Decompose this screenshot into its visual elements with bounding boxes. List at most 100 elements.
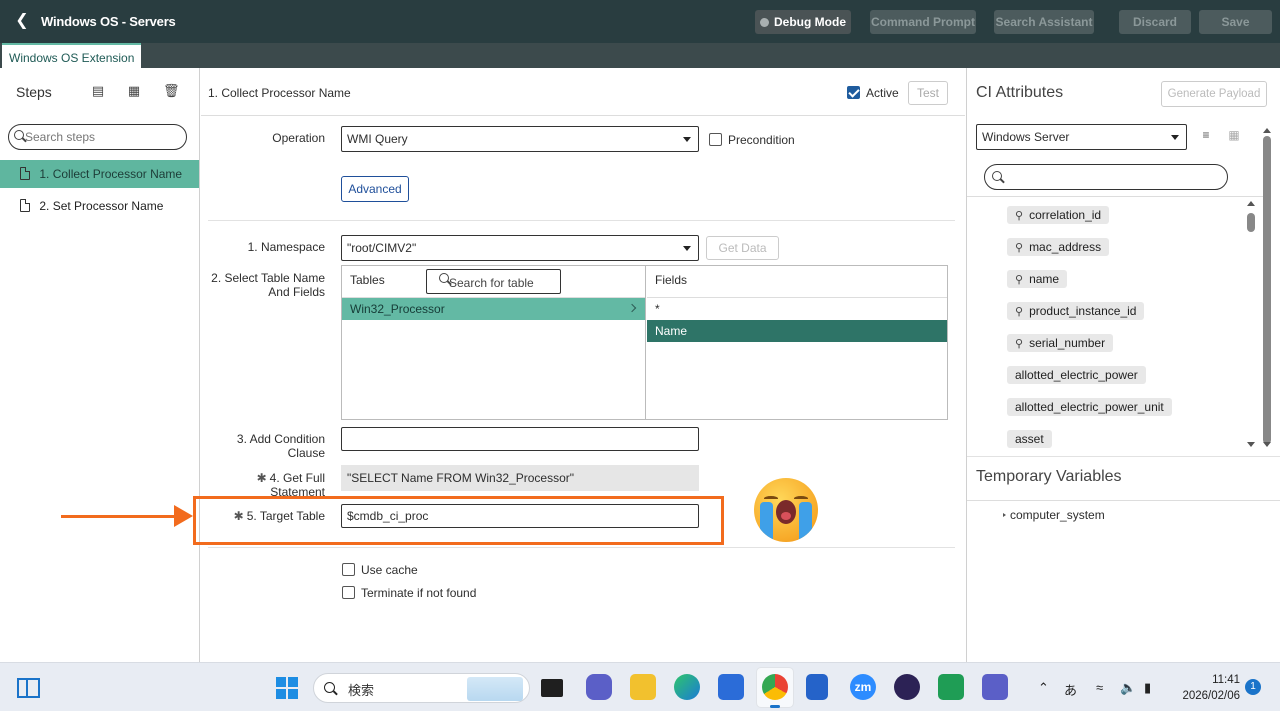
clock-time: 11:41 (1212, 674, 1240, 686)
ci-attributes-title: CI Attributes (976, 84, 1064, 101)
edge-icon[interactable] (674, 674, 700, 700)
key-icon: ⚲ (1015, 242, 1024, 254)
file-explorer-icon[interactable] (630, 674, 656, 700)
step-name: 1. Collect Processor Name (208, 86, 351, 100)
scroll-down-icon[interactable] (1247, 442, 1255, 447)
step-label: Set Processor Name (52, 199, 164, 213)
advanced-button[interactable]: Advanced (341, 176, 409, 202)
filter-icon[interactable]: ≡ (1199, 129, 1213, 141)
document-icon (20, 199, 30, 212)
caret-down-icon (683, 137, 691, 142)
steps-search-input[interactable]: Search steps (8, 124, 187, 150)
active-checkbox[interactable] (847, 86, 860, 99)
key-icon: ⚲ (1015, 274, 1024, 286)
table-name: Win32_Processor (350, 302, 445, 316)
step-item-collect-processor-name[interactable]: 1. Collect Processor Name (0, 160, 199, 188)
test-button[interactable]: Test (908, 81, 948, 105)
attribute-pill[interactable]: asset (1007, 430, 1052, 448)
store-icon[interactable] (718, 674, 744, 700)
step-editor: 1. Collect Processor Name Active Test Op… (201, 68, 965, 662)
trash-icon[interactable]: 🗑 (163, 84, 180, 98)
ime-indicator[interactable]: あ (1064, 680, 1077, 699)
precondition-checkbox[interactable] (709, 133, 722, 146)
step-editor-header: 1. Collect Processor Name Active Test (201, 68, 965, 116)
get-data-button[interactable]: Get Data (706, 236, 779, 260)
table-search-placeholder: Search for table (449, 276, 534, 290)
chrome-icon[interactable] (762, 674, 788, 708)
task-view-icon[interactable] (541, 679, 563, 697)
battery-icon[interactable]: ▮ (1144, 680, 1151, 696)
use-cache-toggle[interactable]: Use cache (342, 563, 418, 577)
widgets-icon[interactable] (17, 678, 40, 698)
condition-input[interactable] (341, 427, 699, 451)
table-search-input[interactable]: Search for table (426, 269, 561, 294)
scroll-down-icon[interactable] (1263, 442, 1271, 447)
eclipse-icon[interactable] (894, 674, 920, 700)
step-item-set-processor-name[interactable]: 2. Set Processor Name (0, 192, 199, 220)
speaker-icon[interactable]: 🔈 (1120, 680, 1136, 696)
search-icon (14, 130, 24, 140)
step-number: 2. (39, 199, 50, 213)
fields-header: Fields (647, 266, 947, 298)
system-clock[interactable]: 11:41 2026/02/06 (1170, 672, 1240, 704)
precondition-toggle[interactable]: Precondition (709, 133, 795, 147)
table-row-win32-processor[interactable]: Win32_Processor (342, 298, 645, 320)
debug-mode-button[interactable]: Debug Mode (755, 10, 851, 34)
save-button[interactable]: Save (1199, 10, 1272, 34)
notepad-icon[interactable] (806, 674, 828, 700)
use-cache-label: Use cache (361, 563, 418, 577)
caret-down-icon (1171, 135, 1179, 140)
terminate-checkbox[interactable] (342, 586, 355, 599)
attribute-pill[interactable]: ⚲ correlation_id (1007, 206, 1110, 224)
key-icon: ⚲ (1015, 306, 1024, 318)
field-row-name[interactable]: Name (647, 320, 947, 342)
scroll-up-icon[interactable] (1247, 201, 1255, 206)
temporary-variables-title: Temporary Variables (976, 468, 1122, 485)
command-prompt-button[interactable]: Command Prompt (870, 10, 976, 34)
attribute-list-scrollbar[interactable] (1247, 213, 1255, 232)
table-view-icon[interactable]: ▦ (1227, 129, 1241, 141)
notification-badge[interactable]: 1 (1245, 679, 1261, 695)
select-table-label-line2: And Fields (268, 285, 325, 299)
attribute-pill[interactable]: allotted_electric_power (1007, 366, 1146, 384)
attribute-pill[interactable]: ⚲ mac_address (1007, 238, 1110, 256)
key-icon: ⚲ (1015, 210, 1024, 222)
operation-select[interactable]: WMI Query (341, 126, 699, 152)
terminate-toggle[interactable]: Terminate if not found (342, 586, 476, 600)
insert-step-icon[interactable]: ▦ (127, 84, 141, 98)
search-assistant-button[interactable]: Search Assistant (994, 10, 1094, 34)
zoom-icon[interactable]: zm (850, 674, 876, 700)
attribute-pill[interactable]: allotted_electric_power_unit (1007, 398, 1172, 416)
use-cache-checkbox[interactable] (342, 563, 355, 576)
chevron-left-icon[interactable]: ❮ (12, 11, 32, 31)
tab-windows-os-extension[interactable]: Windows OS Extension (2, 43, 142, 69)
temp-var-item[interactable]: computer_system (1003, 508, 1105, 522)
attribute-pill[interactable]: ⚲ name (1007, 270, 1068, 288)
sheets-icon[interactable] (938, 674, 964, 700)
steps-title: Steps (16, 84, 52, 100)
search-icon (324, 682, 335, 693)
panel-scrollbar[interactable] (1263, 136, 1271, 444)
add-step-icon[interactable]: ▤ (91, 84, 105, 98)
chevron-up-icon[interactable]: ⌃ (1038, 680, 1049, 696)
expand-caret-icon[interactable] (1003, 513, 1006, 517)
ci-attribute-search-input[interactable] (984, 164, 1228, 190)
teams-icon[interactable] (982, 674, 1008, 700)
ci-class-select[interactable]: Windows Server (976, 124, 1187, 150)
attribute-pill[interactable]: ⚲ serial_number (1007, 334, 1114, 352)
select-table-label: 2. Select Table Name And Fields (203, 271, 325, 299)
attribute-name: product_instance_id (1029, 304, 1137, 318)
taskbar-search-input[interactable]: 検索 (313, 673, 530, 703)
active-toggle[interactable]: Active (847, 86, 899, 100)
highlight-box (193, 496, 724, 545)
attribute-pill[interactable]: ⚲ product_instance_id (1007, 302, 1145, 320)
generate-payload-button[interactable]: Generate Payload (1161, 81, 1267, 107)
scroll-up-icon[interactable] (1263, 128, 1271, 133)
field-row-star[interactable]: * (647, 298, 947, 320)
namespace-select[interactable]: "root/CIMV2" (341, 235, 699, 261)
discard-button[interactable]: Discard (1119, 10, 1191, 34)
chat-icon[interactable] (586, 674, 612, 700)
wifi-icon[interactable]: ≈ (1096, 680, 1103, 695)
windows-start-icon[interactable] (276, 677, 298, 699)
divider (967, 456, 1280, 457)
